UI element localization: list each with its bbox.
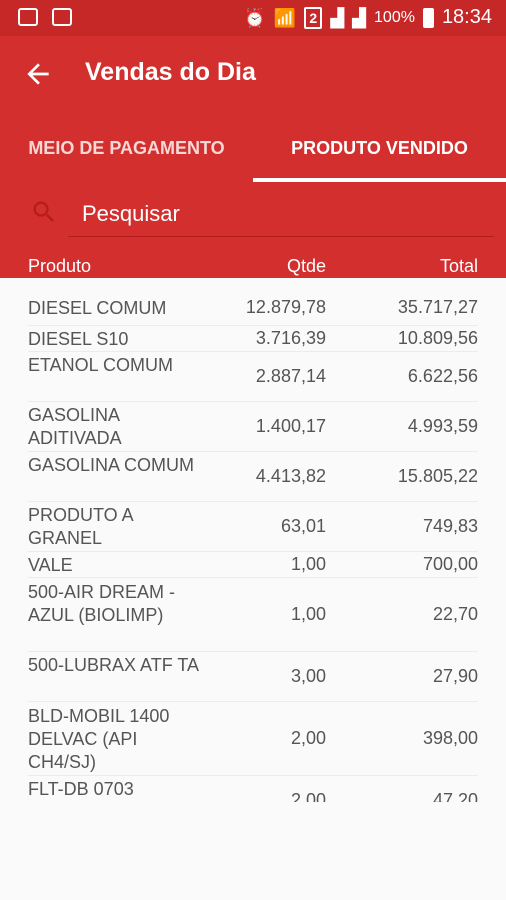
cell-total: 6.622,56	[407, 366, 478, 386]
cell-produto: ETANOL COMUM	[28, 355, 174, 375]
gallery-notification-icon	[18, 8, 38, 26]
search-underline	[68, 236, 494, 237]
table-row[interactable]: ETANOL COMUM 2.887,14 6.622,56	[28, 352, 478, 402]
back-arrow-icon[interactable]	[22, 58, 54, 90]
table-header: Produto Qtde Total	[0, 244, 506, 278]
tab-meio-de-pagamento[interactable]: MEIO DE PAGAMENTO	[0, 114, 253, 182]
table-row[interactable]: 500-LUBRAX ATF TA 3,00 27,90	[28, 652, 478, 702]
cell-produto: GASOLINA COMUM	[28, 455, 195, 475]
battery-icon	[422, 7, 434, 28]
cell-qtde: 2.887,14	[255, 366, 326, 386]
wifi-icon: 📶	[273, 7, 297, 28]
alarm-icon: ⏰	[243, 7, 266, 28]
table-row[interactable]: BLD-MOBIL 1400 DELVAC (API CH4/SJ) 2,00 39…	[28, 702, 478, 776]
voicemail-notification-icon	[52, 8, 72, 26]
header-qtde: Qtde	[286, 256, 326, 276]
cell-total: 22,70	[432, 604, 478, 624]
cell-qtde: 4.413,82	[255, 466, 326, 486]
cell-total: 27,90	[432, 666, 478, 686]
table-row[interactable]: GASOLINA ADITIVADA 1.400,17 4.993,59	[28, 402, 478, 452]
tab-produto-vendido[interactable]: PRODUTO VENDIDO	[253, 114, 506, 182]
clock: 18:34	[441, 6, 492, 28]
cell-produto: PRODUTO A GRANEL	[28, 505, 133, 548]
cell-qtde: 12.879,78	[245, 297, 326, 317]
cell-qtde: 3,00	[290, 666, 326, 686]
header-total: Total	[439, 256, 478, 276]
cell-qtde: 1.400,17	[255, 416, 326, 436]
cell-produto: 500-AIR DREAM -AZUL (BIOLIMP)	[28, 581, 176, 625]
cell-produto: BLD-MOBIL 1400 DELVAC (API CH4/SJ)	[28, 705, 170, 772]
cell-total: 700,00	[422, 554, 478, 574]
table-row[interactable]: DIESEL COMUM 12.879,78 35.717,27	[28, 290, 478, 326]
cell-total: 10.809,56	[397, 328, 478, 348]
table-row[interactable]: PRODUTO A GRANEL 63,01 749,83	[28, 502, 478, 552]
cell-qtde: 3.716,39	[255, 328, 326, 348]
cell-qtde: 2,00	[290, 728, 326, 748]
signal-icon-2: ▟	[352, 7, 367, 28]
page-title: Vendas do Dia	[85, 58, 256, 86]
header-produto: Produto	[28, 256, 92, 276]
cell-total: 35.717,27	[397, 297, 478, 317]
search-icon	[33, 201, 54, 222]
status-bar: ⏰ 📶 2 ▟ ▟ 100% 18:34	[0, 0, 506, 36]
table-row[interactable]: VALE 1,00 700,00	[28, 552, 478, 578]
tab-bar: MEIO DE PAGAMENTO PRODUTO VENDIDO	[0, 114, 506, 182]
cell-total: 4.993,59	[407, 416, 478, 436]
cell-produto: DIESEL COMUM	[28, 297, 167, 318]
table-row[interactable]: FLT-DB 0703 2,00 47,20	[28, 776, 478, 802]
table-row[interactable]: GASOLINA COMUM 4.413,82 15.805,22	[28, 452, 478, 502]
cell-produto: 500-LUBRAX ATF TA	[28, 655, 200, 675]
search-input[interactable]	[80, 198, 464, 230]
cell-total: 398,00	[422, 728, 478, 748]
battery-percent: 100%	[374, 8, 415, 26]
sim-badge: 2	[304, 6, 323, 29]
cell-produto: GASOLINA ADITIVADA	[28, 405, 122, 448]
cell-produto: FLT-DB 0703	[28, 779, 134, 799]
product-table[interactable]: DIESEL COMUM 12.879,78 35.717,27 DIESEL S10…	[0, 278, 506, 802]
cell-qtde: 63,01	[280, 516, 326, 536]
cell-total: 47,20	[432, 790, 478, 802]
cell-total: 15.805,22	[397, 466, 478, 486]
cell-produto: DIESEL S10	[28, 328, 129, 349]
cell-qtde: 1,00	[290, 604, 326, 624]
cell-total: 749,83	[422, 516, 478, 536]
cell-produto: VALE	[28, 554, 73, 575]
cell-qtde: 2,00	[290, 790, 326, 802]
table-row[interactable]: DIESEL S10 3.716,39 10.809,56	[28, 326, 478, 352]
app-bar: Vendas do Dia	[0, 36, 506, 114]
search-bar	[0, 182, 506, 244]
table-row[interactable]: 500-AIR DREAM -AZUL (BIOLIMP) 1,00 22,70	[28, 578, 478, 652]
cell-qtde: 1,00	[290, 554, 326, 574]
signal-icon: ▟	[330, 7, 345, 28]
